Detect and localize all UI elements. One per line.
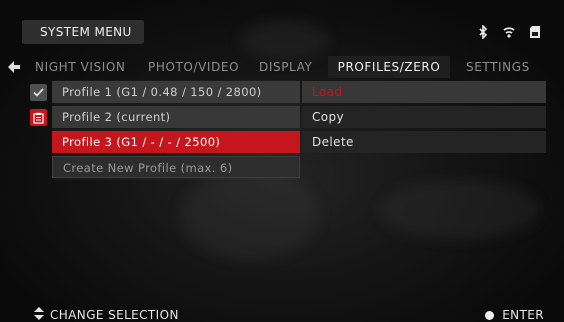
footer-change-selection: CHANGE SELECTION [34,307,179,322]
tab-photo-video[interactable]: PHOTO/VIDEO [148,56,246,78]
tab-bar: NIGHT VISION PHOTO/VIDEO DISPLAY PROFILE… [0,56,564,78]
tab-settings[interactable]: SETTINGS [466,56,536,78]
tab-display[interactable]: DISPLAY [259,56,321,78]
menu-item-delete[interactable]: Delete [302,131,546,153]
back-arrow-icon[interactable] [6,58,22,76]
page-title: SYSTEM MENU [22,20,144,44]
tab-profiles-zero[interactable]: PROFILES/ZERO [328,56,450,78]
enter-dot-icon [485,310,495,320]
up-down-arrows-icon [34,307,44,322]
profile-item-2[interactable]: Profile 2 (current) [52,106,300,128]
background-blur [240,20,330,60]
menu-item-copy[interactable]: Copy [302,106,546,128]
bluetooth-icon [476,24,490,40]
menu-item-load[interactable]: Load [302,81,546,103]
enter-label: ENTER [502,308,544,322]
tab-night-vision[interactable]: NIGHT VISION [35,56,135,78]
create-new-profile-item[interactable]: Create New Profile (max. 6) [52,156,300,178]
profile-item-1[interactable]: Profile 1 (G1 / 0.48 / 150 / 2800) [52,81,300,103]
background-blur [180,170,320,260]
sd-card-icon [528,24,542,40]
wifi-icon [502,24,516,40]
background-blur [380,180,540,240]
footer-enter: ENTER [485,308,544,322]
profile-item-3-selected[interactable]: Profile 3 (G1 / - / - / 2500) [52,131,300,153]
status-icons [476,22,542,42]
change-selection-label: CHANGE SELECTION [50,308,179,322]
screen: SYSTEM MENU NIGHT VISION PHOTO/VIDEO DIS… [0,0,564,322]
clipboard-icon[interactable] [30,109,47,126]
checkbox-icon[interactable] [30,84,47,101]
